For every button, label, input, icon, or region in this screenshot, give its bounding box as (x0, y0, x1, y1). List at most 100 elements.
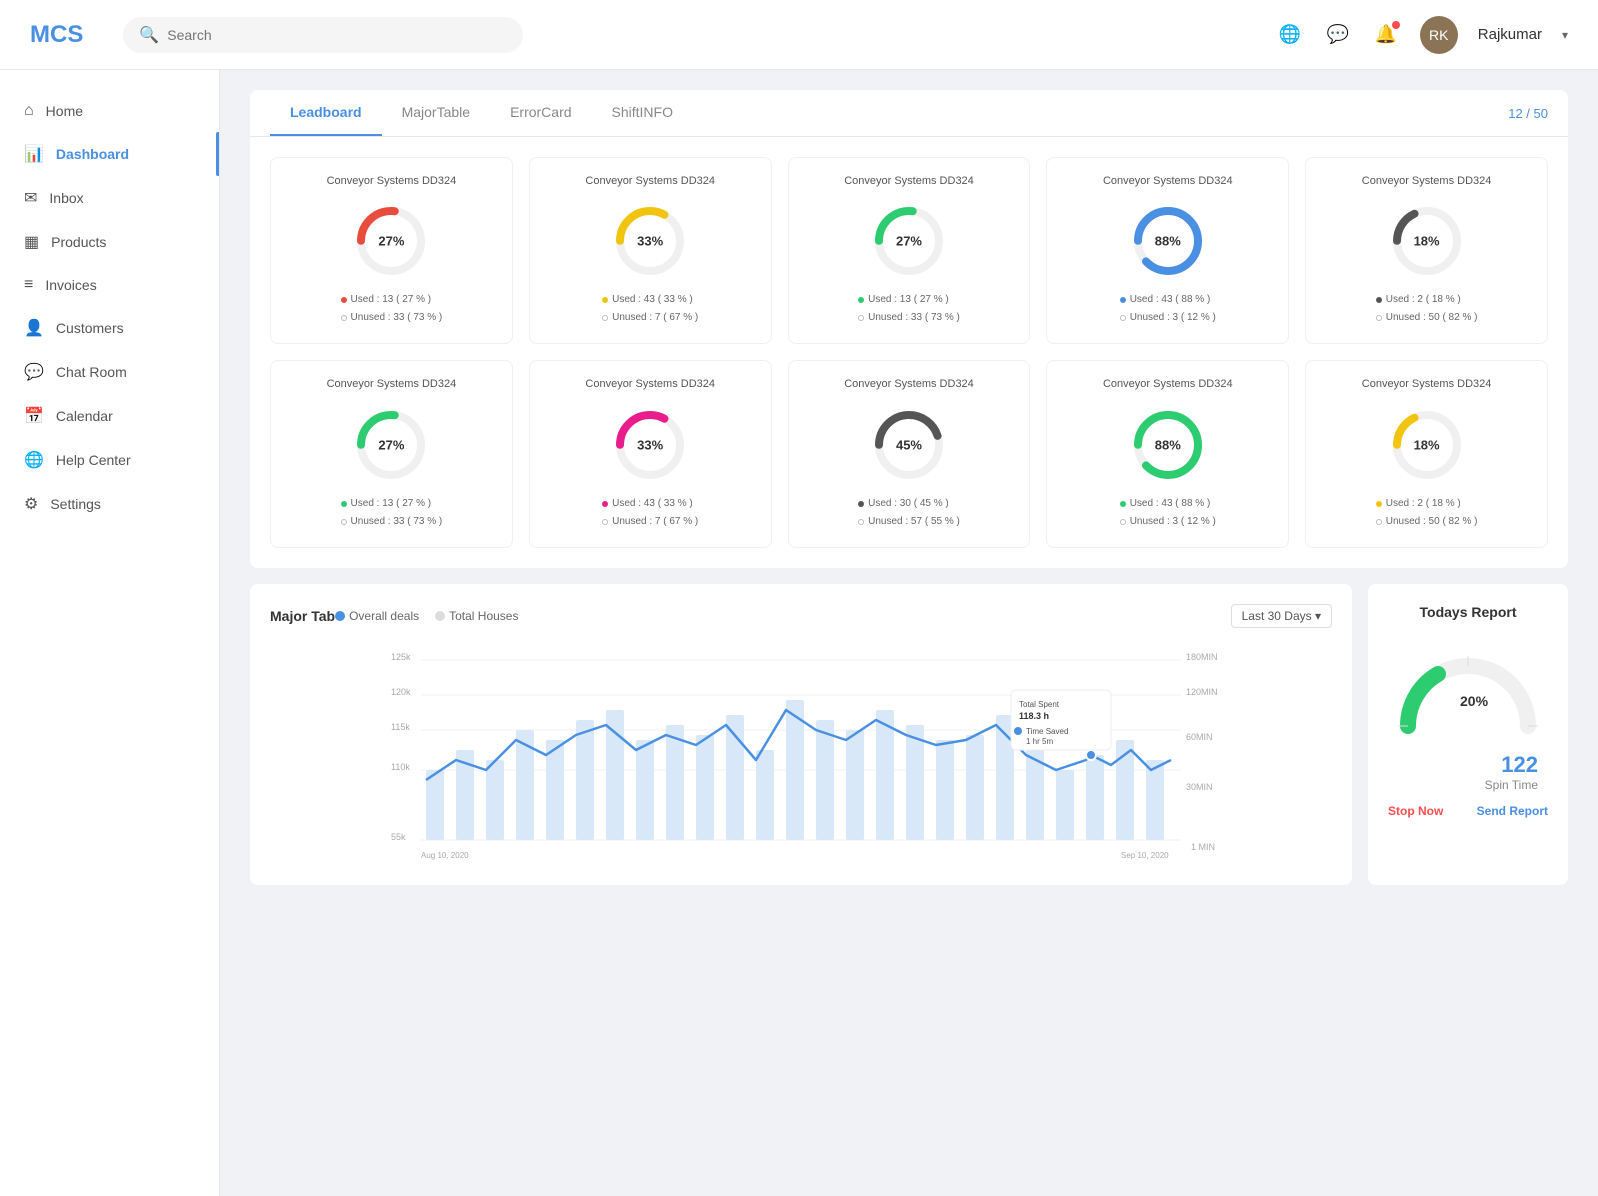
settings-icon: ⚙ (24, 494, 38, 514)
app-container: MCS 🔍 🌐 💬 🔔 RK Rajkumar ▾ ⌂ Home 📊 (0, 0, 1598, 1196)
card-0: Conveyor Systems DD324 27% Used : 13 ( 2… (270, 157, 513, 344)
card-title-3: Conveyor Systems DD324 (1103, 174, 1233, 189)
header: MCS 🔍 🌐 💬 🔔 RK Rajkumar ▾ (0, 0, 1598, 70)
sidebar-item-customers[interactable]: 👤 Customers (0, 306, 219, 350)
card-9: Conveyor Systems DD324 18% Used : 2 ( 18… (1305, 360, 1548, 547)
invoices-icon: ≡ (24, 276, 33, 294)
donut-label-8: 88% (1155, 437, 1181, 452)
card-stats-8: Used : 43 ( 88 % ) Unused : 3 ( 12 % ) (1120, 495, 1216, 531)
card-title-6: Conveyor Systems DD324 (585, 377, 715, 392)
sidebar-label-invoices: Invoices (45, 277, 96, 293)
avatar: RK (1420, 16, 1458, 54)
card-title-8: Conveyor Systems DD324 (1103, 377, 1233, 392)
sidebar-label-chatroom: Chat Room (56, 364, 127, 380)
donut-label-5: 27% (378, 437, 404, 452)
donut-9: 18% (1387, 405, 1467, 485)
tab-leadboard[interactable]: Leadboard (270, 90, 382, 136)
logo: MCS (30, 21, 83, 49)
sidebar-item-calendar[interactable]: 📅 Calendar (0, 394, 219, 438)
legend-overall-label: Overall deals (349, 609, 419, 623)
sidebar-item-settings[interactable]: ⚙ Settings (0, 482, 219, 526)
svg-text:118.3 h: 118.3 h (1019, 711, 1049, 721)
svg-text:110k: 110k (391, 762, 410, 772)
calendar-icon: 📅 (24, 406, 44, 426)
sidebar-item-chatroom[interactable]: 💬 Chat Room (0, 350, 219, 394)
card-2: Conveyor Systems DD324 27% Used : 13 ( 2… (788, 157, 1031, 344)
svg-text:120MIN: 120MIN (1186, 687, 1218, 697)
card-stats-9: Used : 2 ( 18 % ) Unused : 50 ( 82 % ) (1376, 495, 1478, 531)
user-name: Rajkumar (1478, 26, 1542, 43)
header-right: 🌐 💬 🔔 RK Rajkumar ▾ (1276, 16, 1568, 54)
gauge-container: 20% (1388, 636, 1548, 736)
sidebar-label-helpcenter: Help Center (56, 452, 131, 468)
card-title-1: Conveyor Systems DD324 (585, 174, 715, 189)
search-bar[interactable]: 🔍 (123, 17, 523, 53)
svg-text:115k: 115k (391, 722, 410, 732)
donut-label-1: 33% (637, 234, 663, 249)
donut-label-9: 18% (1414, 437, 1440, 452)
donut-1: 33% (610, 201, 690, 281)
donut-6: 33% (610, 405, 690, 485)
card-8: Conveyor Systems DD324 88% Used : 43 ( 8… (1046, 360, 1289, 547)
card-stats-5: Used : 13 ( 27 % ) Unused : 33 ( 73 % ) (341, 495, 443, 531)
stop-now-button[interactable]: Stop Now (1388, 804, 1443, 818)
donut-2: 27% (869, 201, 949, 281)
sidebar-label-settings: Settings (50, 496, 101, 512)
date-filter[interactable]: Last 30 Days ▾ (1231, 604, 1332, 628)
card-stats-1: Used : 43 ( 33 % ) Unused : 7 ( 67 % ) (602, 291, 698, 327)
card-stats-4: Used : 2 ( 18 % ) Unused : 50 ( 82 % ) (1376, 291, 1478, 327)
donut-4: 18% (1387, 201, 1467, 281)
svg-text:30MIN: 30MIN (1186, 782, 1213, 792)
card-stats-2: Used : 13 ( 27 % ) Unused : 33 ( 73 % ) (858, 291, 960, 327)
send-report-button[interactable]: Send Report (1477, 804, 1548, 818)
sidebar-label-inbox: Inbox (49, 190, 83, 206)
sidebar-label-products: Products (51, 234, 106, 250)
svg-text:1 MIN: 1 MIN (1191, 842, 1215, 852)
svg-text:Sep 10, 2020: Sep 10, 2020 (1121, 851, 1169, 860)
sidebar-label-customers: Customers (56, 320, 124, 336)
sidebar-item-products[interactable]: ▦ Products (0, 220, 219, 264)
customers-icon: 👤 (24, 318, 44, 338)
bell-icon[interactable]: 🔔 (1372, 21, 1400, 49)
helpcenter-icon: 🌐 (24, 450, 44, 470)
search-input[interactable] (167, 27, 507, 43)
tab-counter: 12 / 50 (1508, 92, 1548, 135)
svg-text:180MIN: 180MIN (1186, 652, 1218, 662)
body-container: ⌂ Home 📊 Dashboard ✉ Inbox ▦ Products ≡ … (0, 70, 1598, 1196)
globe-icon[interactable]: 🌐 (1276, 21, 1304, 49)
sidebar-item-helpcenter[interactable]: 🌐 Help Center (0, 438, 219, 482)
gauge-svg: 20% (1388, 636, 1548, 736)
user-chevron[interactable]: ▾ (1562, 28, 1568, 42)
home-icon: ⌂ (24, 102, 34, 120)
legend-houses-label: Total Houses (449, 609, 518, 623)
svg-text:125k: 125k (391, 652, 411, 662)
donut-label-0: 27% (378, 234, 404, 249)
donut-label-2: 27% (896, 234, 922, 249)
svg-text:Time Saved: Time Saved (1026, 727, 1068, 736)
chart-svg: 125k 120k 115k 110k 55k 180MIN 120MIN 60… (270, 640, 1332, 860)
donut-7: 45% (869, 405, 949, 485)
svg-text:Aug 10, 2020: Aug 10, 2020 (421, 851, 469, 860)
bottom-section: Major Tab Overall deals Total Houses (250, 584, 1568, 885)
card-5: Conveyor Systems DD324 27% Used : 13 ( 2… (270, 360, 513, 547)
tab-majortable[interactable]: MajorTable (382, 90, 490, 136)
chat-icon[interactable]: 💬 (1324, 21, 1352, 49)
sidebar-label-dashboard: Dashboard (56, 146, 129, 162)
sidebar-item-inbox[interactable]: ✉ Inbox (0, 176, 219, 220)
donut-3: 88% (1128, 201, 1208, 281)
donut-label-4: 18% (1414, 234, 1440, 249)
sidebar-item-home[interactable]: ⌂ Home (0, 90, 219, 132)
tab-errorcard[interactable]: ErrorCard (490, 90, 591, 136)
sidebar-item-dashboard[interactable]: 📊 Dashboard (0, 132, 219, 176)
svg-text:Total Spent: Total Spent (1019, 700, 1060, 709)
sidebar-item-invoices[interactable]: ≡ Invoices (0, 264, 219, 306)
cards-grid: Conveyor Systems DD324 27% Used : 13 ( 2… (250, 137, 1568, 568)
report-title: Todays Report (1388, 604, 1548, 620)
svg-text:55k: 55k (391, 832, 406, 842)
main-content: Leadboard MajorTable ErrorCard ShiftINFO… (220, 70, 1598, 1196)
svg-text:1 hr 5m: 1 hr 5m (1026, 737, 1053, 746)
tab-shiftinfo[interactable]: ShiftINFO (592, 90, 693, 136)
tabs-bar: Leadboard MajorTable ErrorCard ShiftINFO… (250, 90, 1568, 137)
donut-8: 88% (1128, 405, 1208, 485)
donut-label-3: 88% (1155, 234, 1181, 249)
